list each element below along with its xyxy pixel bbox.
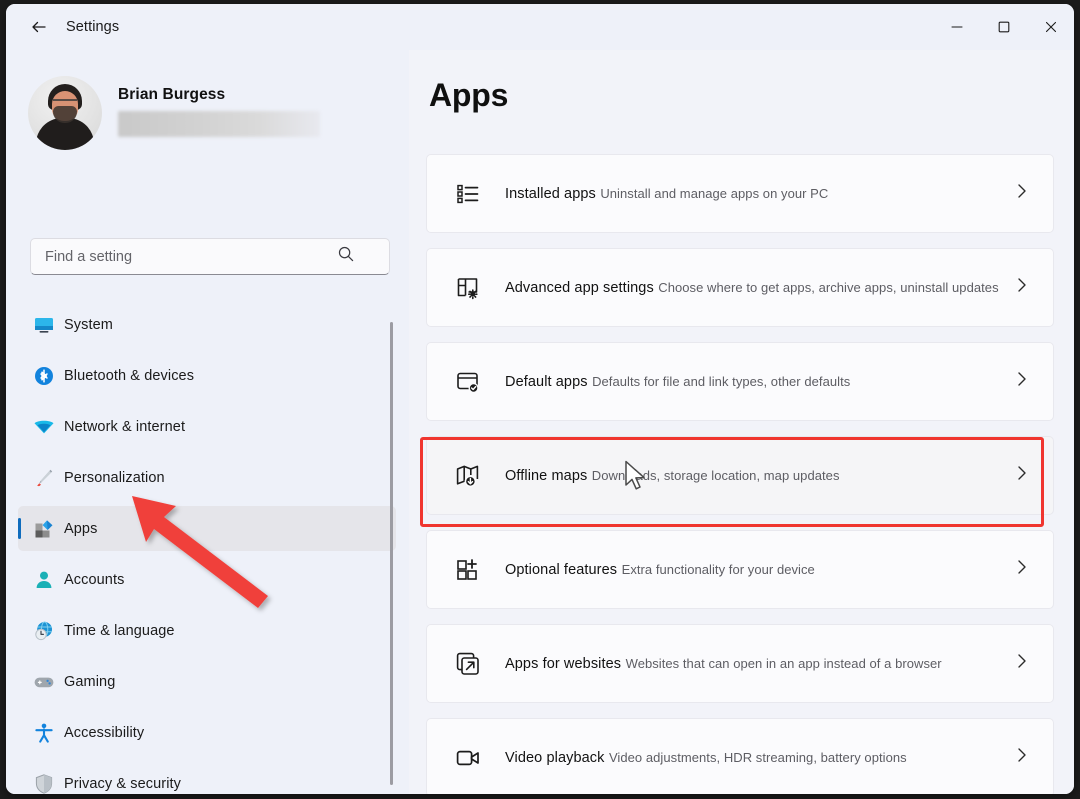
search-input[interactable]	[45, 248, 333, 265]
card-subtitle: Choose where to get apps, archive apps, …	[658, 279, 999, 295]
card-subtitle: Uninstall and manage apps on your PC	[600, 185, 829, 201]
maximize-icon	[998, 21, 1009, 33]
card-title: Installed apps	[505, 185, 596, 202]
maximize-button[interactable]	[980, 4, 1027, 50]
card-installed-apps[interactable]: Installed apps Uninstall and manage apps…	[426, 154, 1054, 233]
sidebar-item-network-internet[interactable]: Network & internet	[18, 404, 396, 449]
card-video-playback[interactable]: Video playback Video adjustments, HDR st…	[426, 718, 1054, 794]
sidebar-item-privacy-security[interactable]: Privacy & security	[18, 761, 396, 794]
card-subtitle: Video adjustments, HDR streaming, batter…	[608, 749, 907, 765]
gamepad-icon	[32, 670, 56, 694]
card-title: Apps for websites	[505, 655, 622, 672]
sidebar-item-personalization[interactable]: Personalization	[18, 455, 396, 500]
sidebar-item-label: Privacy & security	[64, 775, 182, 792]
sidebar-item-accounts[interactable]: Accounts	[18, 557, 396, 602]
sidebar-item-gaming[interactable]: Gaming	[18, 659, 396, 704]
avatar	[28, 76, 102, 150]
sidebar-item-accessibility[interactable]: Accessibility	[18, 710, 396, 755]
card-subtitle: Defaults for file and link types, other …	[592, 373, 851, 389]
sidebar-item-label: Time & language	[64, 622, 175, 639]
apps-for-websites-external-link-icon	[453, 649, 483, 679]
bluetooth-icon	[32, 364, 56, 388]
video-camera-icon	[453, 743, 483, 773]
card-title: Advanced app settings	[505, 279, 654, 296]
card-text: Apps for websites Websites that can open…	[505, 655, 1015, 673]
person-icon	[32, 568, 56, 592]
minimize-icon	[950, 26, 963, 28]
sidebar-item-time-language[interactable]: Time & language	[18, 608, 396, 653]
card-title: Video playback	[505, 749, 605, 766]
installed-apps-list-icon	[453, 179, 483, 209]
card-text: Offline maps Downloads, storage location…	[505, 467, 1015, 485]
minimize-button[interactable]	[933, 4, 980, 50]
sidebar-item-system[interactable]: System	[18, 302, 396, 347]
window-title: Settings	[66, 19, 120, 35]
card-advanced-app-settings[interactable]: Advanced app settings Choose where to ge…	[426, 248, 1054, 327]
sidebar-item-label: Apps	[64, 520, 98, 537]
sidebar-item-label: Network & internet	[64, 418, 186, 435]
sidebar-item-bluetooth-devices[interactable]: Bluetooth & devices	[18, 353, 396, 398]
card-subtitle: Extra functionality for your device	[621, 561, 815, 577]
profile-text: Brian Burgess	[118, 86, 320, 141]
card-apps-for-websites[interactable]: Apps for websites Websites that can open…	[426, 624, 1054, 703]
sidebar-nav: System Bluetooth & devices Network & int…	[18, 302, 396, 794]
card-text: Installed apps Uninstall and manage apps…	[505, 185, 1015, 203]
sidebar-item-label: System	[64, 316, 113, 333]
sidebar-item-apps[interactable]: Apps	[18, 506, 396, 551]
card-title: Optional features	[505, 561, 618, 578]
wifi-icon	[32, 415, 56, 439]
chevron-right-icon	[1015, 558, 1029, 581]
chevron-right-icon	[1015, 370, 1029, 393]
settings-card-list: Installed apps Uninstall and manage apps…	[426, 154, 1054, 794]
window-controls	[933, 4, 1074, 50]
chevron-right-icon	[1015, 464, 1029, 487]
sidebar-item-label: Bluetooth & devices	[64, 367, 195, 384]
user-profile[interactable]: Brian Burgess	[6, 50, 409, 154]
back-arrow-icon	[32, 21, 46, 33]
chevron-right-icon	[1015, 276, 1029, 299]
system-monitor-icon	[32, 313, 56, 337]
page-title: Apps	[429, 77, 509, 113]
sidebar-item-label: Personalization	[64, 469, 165, 486]
sidebar-item-label: Accessibility	[64, 724, 145, 741]
card-text: Advanced app settings Choose where to ge…	[505, 279, 1015, 297]
settings-window: Settings Brian Burgess Find a setting Sy…	[6, 4, 1074, 794]
shield-icon	[32, 772, 56, 795]
profile-name: Brian Burgess	[118, 85, 226, 103]
close-icon	[1045, 21, 1056, 33]
title-bar: Settings	[6, 4, 1074, 50]
paintbrush-icon	[32, 466, 56, 490]
accessibility-person-icon	[32, 721, 56, 745]
sidebar: Brian Burgess Find a setting System Blue…	[6, 50, 409, 794]
chevron-right-icon	[1015, 652, 1029, 675]
sidebar-item-label: Gaming	[64, 673, 116, 690]
close-button[interactable]	[1027, 4, 1074, 50]
card-text: Optional features Extra functionality fo…	[505, 561, 1015, 579]
card-text: Video playback Video adjustments, HDR st…	[505, 749, 1015, 767]
card-default-apps[interactable]: Default apps Defaults for file and link …	[426, 342, 1054, 421]
main-content: Apps Installed apps Uninstall and manage…	[409, 50, 1074, 794]
advanced-app-settings-gear-icon	[453, 273, 483, 303]
optional-features-plus-icon	[453, 555, 483, 585]
search-icon	[337, 245, 355, 268]
offline-maps-download-icon	[453, 461, 483, 491]
card-text: Default apps Defaults for file and link …	[505, 373, 1015, 391]
card-title: Offline maps	[505, 467, 588, 484]
sidebar-item-label: Accounts	[64, 571, 125, 588]
search-box[interactable]	[30, 238, 390, 275]
card-optional-features[interactable]: Optional features Extra functionality fo…	[426, 530, 1054, 609]
sidebar-scrollbar[interactable]	[390, 322, 393, 785]
profile-email-redacted	[118, 110, 320, 137]
clock-globe-icon	[32, 619, 56, 643]
apps-grid-icon	[32, 517, 56, 541]
card-title: Default apps	[505, 373, 588, 390]
chevron-right-icon	[1015, 182, 1029, 205]
back-button[interactable]	[20, 11, 58, 43]
card-subtitle: Downloads, storage location, map updates	[591, 467, 840, 483]
chevron-right-icon	[1015, 746, 1029, 769]
card-subtitle: Websites that can open in an app instead…	[625, 655, 942, 671]
default-apps-check-icon	[453, 367, 483, 397]
card-offline-maps[interactable]: Offline maps Downloads, storage location…	[426, 436, 1054, 515]
